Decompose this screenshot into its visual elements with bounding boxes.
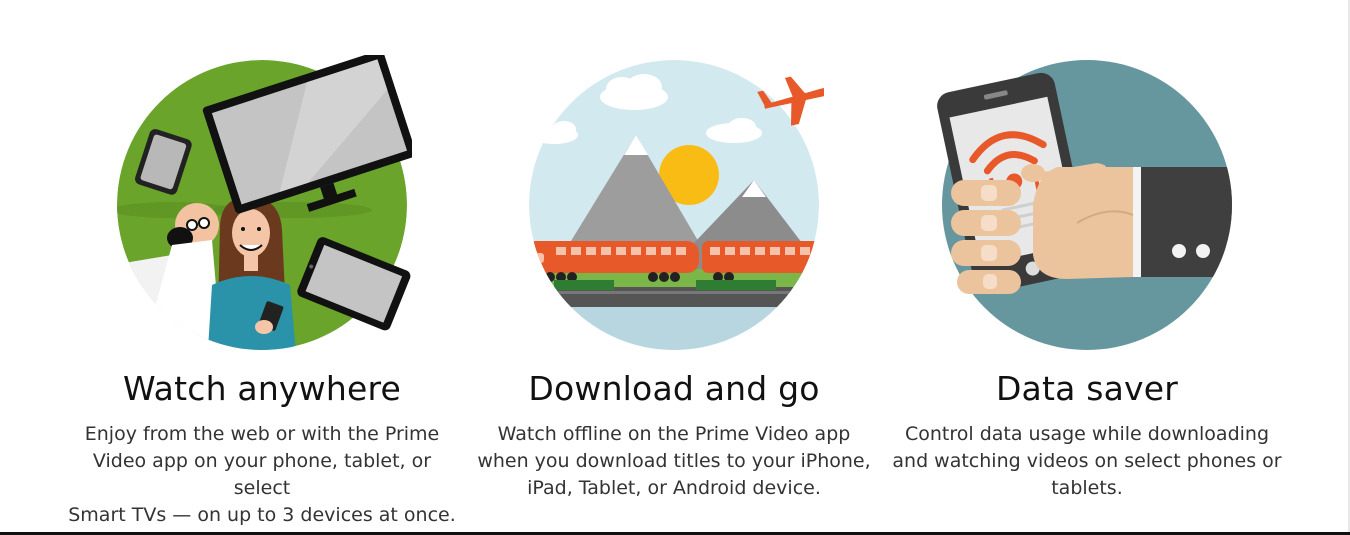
feature-description: Watch offline on the Prime Video app whe…: [474, 421, 874, 502]
feature-title: Watch anywhere: [122, 369, 402, 408]
feature-description: Control data usage while downloading and…: [887, 421, 1287, 502]
feature-section: Watch anywhere Enjoy from the web or wit…: [0, 0, 1350, 535]
download-and-go-illustration-icon: [524, 55, 824, 365]
feature-title: Data saver: [995, 369, 1179, 408]
feature-description-line: when you download titles to your iPhone,: [477, 450, 871, 472]
data-saver-illustration-icon: [937, 55, 1237, 365]
feature-description-line: iPad, Tablet, or Android device.: [527, 477, 821, 499]
feature-description-line: tablets.: [1051, 477, 1123, 499]
feature-description-line: Smart TVs — on up to 3 devices at once.: [68, 504, 456, 526]
feature-title: Download and go: [528, 369, 820, 408]
feature-description: Enjoy from the web or with the Prime Vid…: [62, 421, 462, 529]
feature-description-line: Watch offline on the Prime Video app: [497, 423, 851, 445]
feature-description-line: Control data usage while downloading: [904, 423, 1270, 445]
feature-description-line: and watching videos on select phones or: [892, 450, 1282, 472]
feature-description-line: Video app on your phone, tablet, or sele…: [92, 450, 432, 499]
watch-anywhere-illustration-icon: [112, 55, 412, 365]
feature-description-line: Enjoy from the web or with the Prime: [84, 423, 440, 445]
